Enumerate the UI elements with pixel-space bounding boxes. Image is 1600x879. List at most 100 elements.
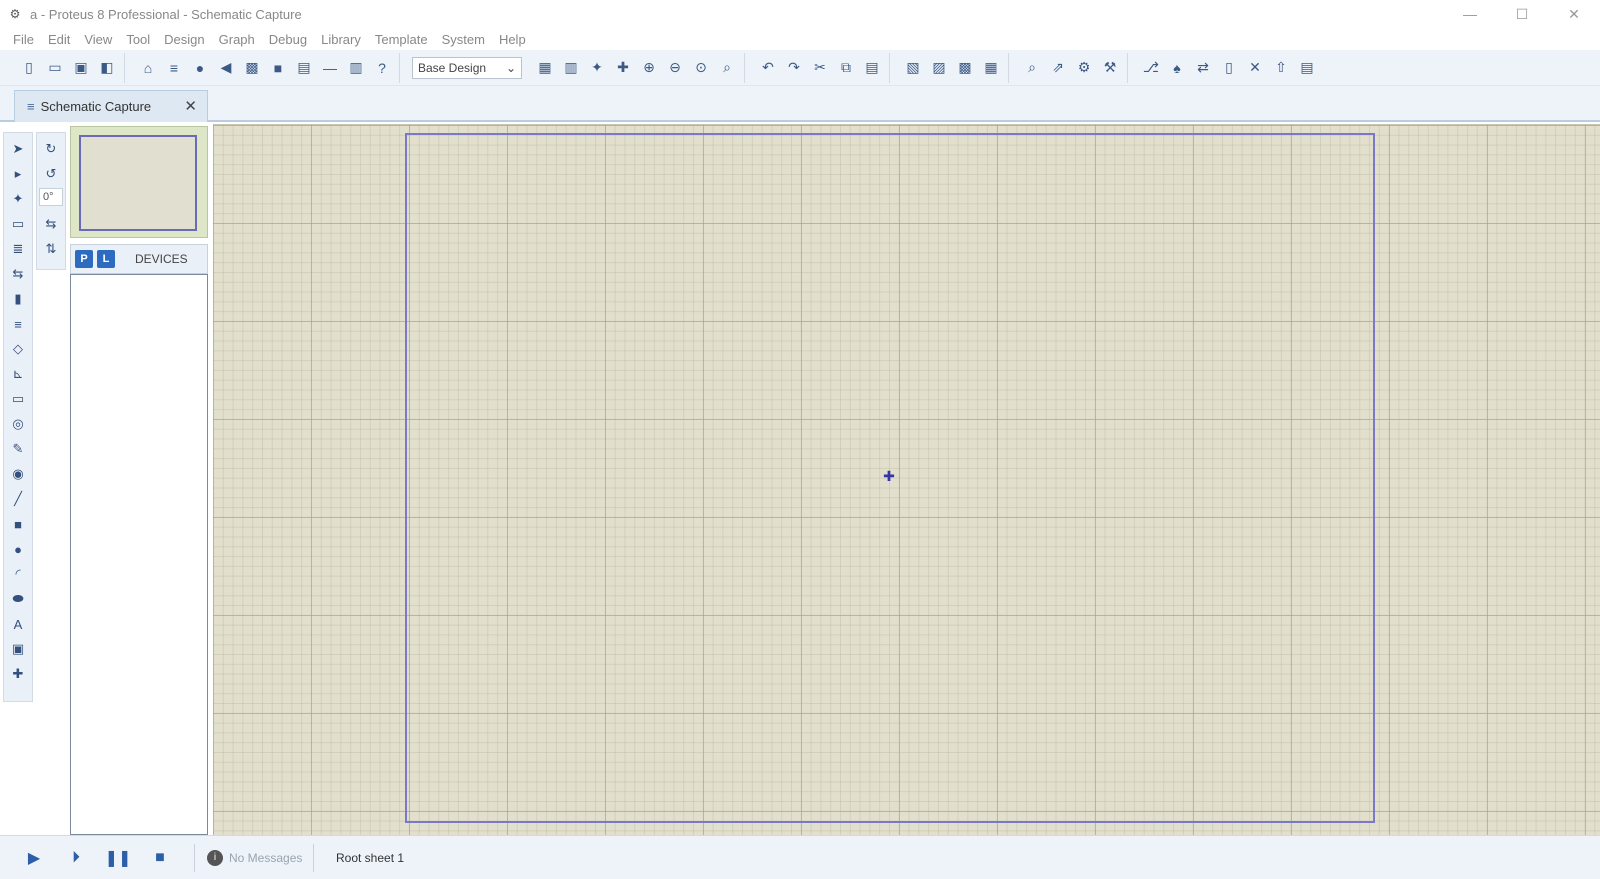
bom-icon[interactable]: ■ bbox=[266, 56, 290, 80]
design-explorer-icon[interactable]: ▤ bbox=[292, 56, 316, 80]
new-sheet-icon[interactable]: ▯ bbox=[1217, 56, 1241, 80]
buses-icon[interactable]: ⇆ bbox=[6, 262, 30, 286]
packaging-tool-icon[interactable]: ⚙ bbox=[1072, 56, 1096, 80]
cut-icon[interactable]: ✂ bbox=[808, 56, 832, 80]
grid-toggle-icon[interactable]: ▥ bbox=[559, 56, 583, 80]
pause-button[interactable]: ❚❚ bbox=[104, 844, 132, 872]
2d-line-icon[interactable]: ╱ bbox=[6, 487, 30, 511]
menu-file[interactable]: File bbox=[6, 32, 41, 47]
save-icon[interactable]: ▣ bbox=[69, 56, 93, 80]
help-icon[interactable]: ? bbox=[370, 56, 394, 80]
library-manager-button[interactable]: L bbox=[97, 250, 115, 268]
2d-box-icon[interactable]: ■ bbox=[6, 512, 30, 536]
status-separator bbox=[194, 843, 195, 872]
menu-view[interactable]: View bbox=[77, 32, 119, 47]
schematic-icon[interactable]: ≡ bbox=[162, 56, 186, 80]
window-title: a - Proteus 8 Professional - Schematic C… bbox=[30, 6, 302, 22]
undo-icon[interactable]: ↶ bbox=[756, 56, 780, 80]
pcb-layout-icon[interactable]: ● bbox=[188, 56, 212, 80]
refresh-icon[interactable]: ▦ bbox=[533, 56, 557, 80]
menu-help[interactable]: Help bbox=[492, 32, 533, 47]
zoom-out-icon[interactable]: ⊖ bbox=[663, 56, 687, 80]
zoom-all-icon[interactable]: ⊙ bbox=[689, 56, 713, 80]
design-variant-select[interactable]: Base Design ⌄ bbox=[412, 56, 522, 79]
selection-mode-icon[interactable]: ➤ bbox=[6, 137, 30, 161]
menu-system[interactable]: System bbox=[435, 32, 492, 47]
device-pins-icon[interactable]: ◇ bbox=[6, 337, 30, 361]
2d-text-icon[interactable]: A bbox=[6, 612, 30, 636]
text-script-icon[interactable]: ≣ bbox=[6, 237, 30, 261]
stop-button[interactable]: ■ bbox=[146, 844, 174, 872]
2d-markers-icon[interactable]: ✚ bbox=[6, 662, 30, 686]
home-icon[interactable]: ⌂ bbox=[136, 56, 160, 80]
minimize-button[interactable]: — bbox=[1444, 0, 1496, 28]
step-button[interactable]: ⏵ bbox=[62, 844, 90, 872]
search-tag-icon[interactable]: ♠ bbox=[1165, 56, 1189, 80]
2d-arc-icon[interactable]: ◜ bbox=[6, 562, 30, 586]
virtual-instruments-icon[interactable]: ◉ bbox=[6, 462, 30, 486]
block-move-icon[interactable]: ▨ bbox=[927, 56, 951, 80]
wire-label-icon[interactable]: ▭ bbox=[6, 212, 30, 236]
block-rotate-icon[interactable]: ▩ bbox=[953, 56, 977, 80]
2d-path-icon[interactable]: ⬬ bbox=[6, 587, 30, 611]
close-project-icon[interactable]: ◧ bbox=[95, 56, 119, 80]
decompose-icon[interactable]: ⚒ bbox=[1098, 56, 1122, 80]
netlist-icon[interactable]: ▤ bbox=[1295, 56, 1319, 80]
messages-indicator[interactable]: i No Messages bbox=[207, 849, 307, 866]
exit-to-parent-icon[interactable]: ⇧ bbox=[1269, 56, 1293, 80]
block-copy-icon[interactable]: ▧ bbox=[901, 56, 925, 80]
maximize-button[interactable]: ☐ bbox=[1496, 0, 1548, 28]
block-tools: ▧ ▨ ▩ ▦ bbox=[896, 52, 1009, 83]
terminals-icon[interactable]: ≡ bbox=[6, 312, 30, 336]
2d-symbol-icon[interactable]: ▣ bbox=[6, 637, 30, 661]
gerber-icon[interactable]: ◀ bbox=[214, 56, 238, 80]
copy-icon[interactable]: ⧉ bbox=[834, 56, 858, 80]
pick-devices-button[interactable]: P bbox=[75, 250, 93, 268]
3d-viewer-icon[interactable]: ▩ bbox=[240, 56, 264, 80]
pick-device-icon[interactable]: ⌕ bbox=[1020, 56, 1044, 80]
redo-icon[interactable]: ↷ bbox=[782, 56, 806, 80]
wire-autorouter-icon[interactable]: ⎇ bbox=[1139, 56, 1163, 80]
new-file-icon[interactable]: ▯ bbox=[17, 56, 41, 80]
block-delete-icon[interactable]: ▦ bbox=[979, 56, 1003, 80]
tape-recorder-icon[interactable]: ▭ bbox=[6, 387, 30, 411]
voltage-probe-icon[interactable]: ✎ bbox=[6, 437, 30, 461]
generator-icon[interactable]: ◎ bbox=[6, 412, 30, 436]
rotate-clockwise-icon[interactable]: ↻ bbox=[39, 137, 63, 161]
tab-schematic-capture[interactable]: ≡ Schematic Capture ✕ bbox=[14, 90, 208, 122]
schematic-editing-window[interactable]: ✚ bbox=[213, 124, 1600, 835]
2d-circle-icon[interactable]: ● bbox=[6, 537, 30, 561]
notes-icon[interactable]: ▥ bbox=[344, 56, 368, 80]
library-tools: ⌕ ⇗ ⚙ ⚒ bbox=[1015, 52, 1128, 83]
rotate-anticlockwise-icon[interactable]: ↺ bbox=[39, 162, 63, 186]
delete-sheet-icon[interactable]: ✕ bbox=[1243, 56, 1267, 80]
component-mode-icon[interactable]: ▸ bbox=[6, 162, 30, 186]
zoom-area-icon[interactable]: ⌕ bbox=[715, 56, 739, 80]
menu-design[interactable]: Design bbox=[157, 32, 211, 47]
paste-icon[interactable]: ▤ bbox=[860, 56, 884, 80]
graph-mode-icon[interactable]: ⊾ bbox=[6, 362, 30, 386]
menu-graph[interactable]: Graph bbox=[212, 32, 262, 47]
junction-dot-icon[interactable]: ✦ bbox=[6, 187, 30, 211]
close-window-button[interactable]: ✕ bbox=[1548, 0, 1600, 28]
rotation-angle-field[interactable]: 0° bbox=[39, 188, 63, 206]
source-code-icon[interactable]: — bbox=[318, 56, 342, 80]
menu-template[interactable]: Template bbox=[368, 32, 435, 47]
open-folder-icon[interactable]: ▭ bbox=[43, 56, 67, 80]
menu-library[interactable]: Library bbox=[314, 32, 368, 47]
devices-list[interactable] bbox=[70, 274, 208, 835]
menu-debug[interactable]: Debug bbox=[262, 32, 314, 47]
origin-icon[interactable]: ✦ bbox=[585, 56, 609, 80]
mirror-x-icon[interactable]: ⇆ bbox=[39, 212, 63, 236]
mirror-y-icon[interactable]: ⇅ bbox=[39, 237, 63, 261]
pan-icon[interactable]: ✚ bbox=[611, 56, 635, 80]
play-button[interactable]: ▶ bbox=[20, 844, 48, 872]
overview-window[interactable] bbox=[70, 126, 208, 238]
make-device-icon[interactable]: ⇗ bbox=[1046, 56, 1070, 80]
property-assignment-icon[interactable]: ⇄ bbox=[1191, 56, 1215, 80]
menu-tool[interactable]: Tool bbox=[119, 32, 157, 47]
zoom-in-icon[interactable]: ⊕ bbox=[637, 56, 661, 80]
close-tab-icon[interactable]: ✕ bbox=[184, 97, 197, 115]
menu-edit[interactable]: Edit bbox=[41, 32, 77, 47]
subcircuit-icon[interactable]: ▮ bbox=[6, 287, 30, 311]
